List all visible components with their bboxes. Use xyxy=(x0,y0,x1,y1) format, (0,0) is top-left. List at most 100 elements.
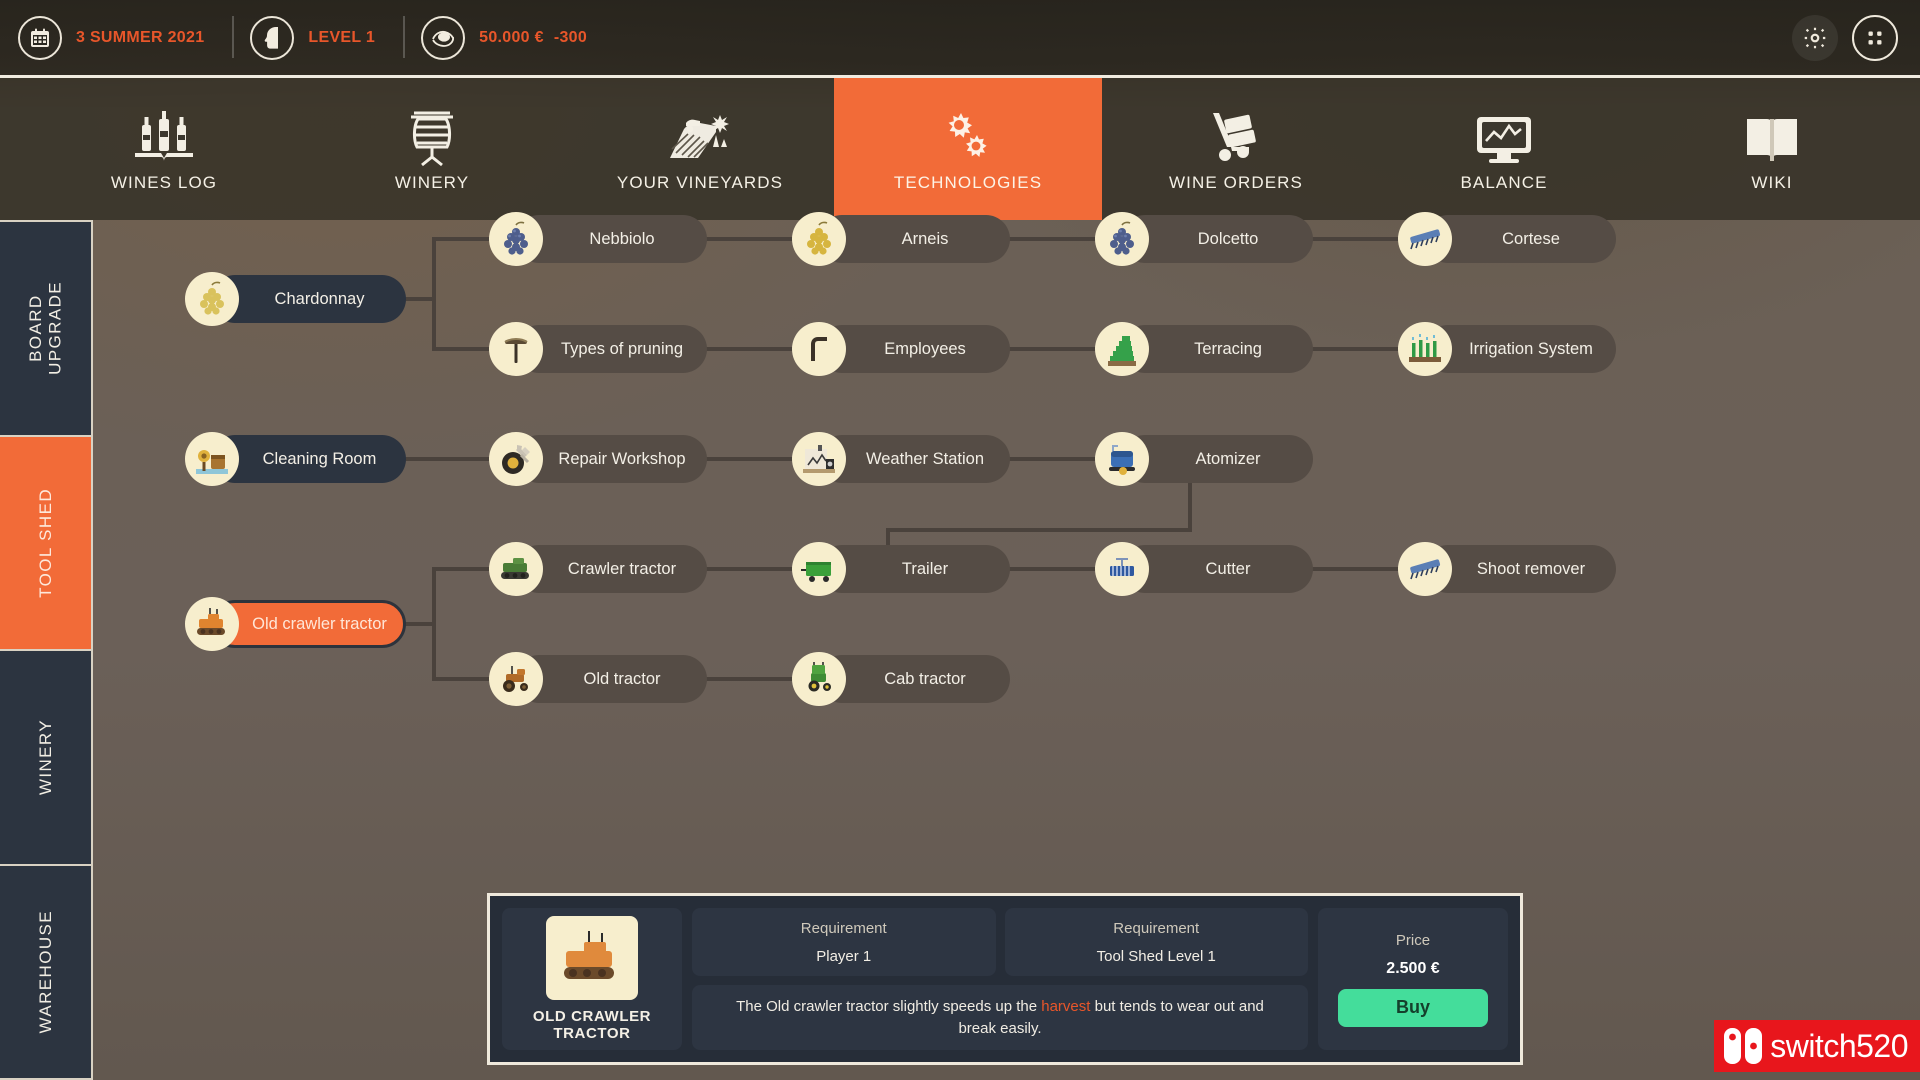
tech-node-trailer[interactable]: Trailer xyxy=(792,542,1010,596)
tech-node-cutter[interactable]: Cutter xyxy=(1095,542,1313,596)
tech-node-weather-station[interactable]: Weather Station xyxy=(792,432,1010,486)
tech-node-label: Weather Station xyxy=(865,449,984,468)
nav-item-your-vineyards[interactable]: YOUR VINEYARDS xyxy=(566,78,834,220)
tech-node-terracing[interactable]: Terracing xyxy=(1095,322,1313,376)
status-text-0: 3 SUMMER 2021 xyxy=(76,28,205,46)
repair-icon xyxy=(489,432,543,486)
tractor-orange-icon xyxy=(489,652,543,706)
tech-node-label: Atomizer xyxy=(1195,449,1261,468)
cleaning-icon xyxy=(185,432,239,486)
field-tractor-icon xyxy=(666,105,734,167)
money-icon xyxy=(421,15,466,60)
requirement-value: Player 1 xyxy=(816,947,872,965)
nav-item-winery[interactable]: WINERY xyxy=(298,78,566,220)
tech-node-repair-workshop[interactable]: Repair Workshop xyxy=(489,432,707,486)
tech-node-nebbiolo[interactable]: Nebbiolo xyxy=(489,212,707,266)
watermark-text: switch520 xyxy=(1770,1027,1908,1064)
trailer-icon xyxy=(792,542,846,596)
tech-node-pill: Cleaning Room xyxy=(211,435,406,483)
detail-item-name: OLD CRAWLER TRACTOR xyxy=(532,1008,652,1042)
tech-node-old-crawler[interactable]: Old crawler tractor xyxy=(185,597,406,651)
detail-middle: Requirement Player 1 Requirement Tool Shed … xyxy=(692,908,1308,1050)
tech-node-crawler-tractor[interactable]: Crawler tractor xyxy=(489,542,707,596)
weather-icon xyxy=(792,432,846,486)
nav-label-3: TECHNOLOGIES xyxy=(893,173,1043,192)
tech-node-label: Employees xyxy=(884,339,966,358)
shoot-tool-icon xyxy=(1398,212,1452,266)
tech-node-old-tractor[interactable]: Old tractor xyxy=(489,652,707,706)
tech-node-pill: Old crawler tractor xyxy=(211,600,406,648)
cutter-icon xyxy=(1095,542,1149,596)
tech-node-atomizer[interactable]: Atomizer xyxy=(1095,432,1313,486)
sidebar-item-winery[interactable]: WINERY xyxy=(0,651,91,866)
nav-item-wine-orders[interactable]: WINE ORDERS xyxy=(1102,78,1370,220)
tech-node-employees[interactable]: Employees xyxy=(792,322,1010,376)
tech-node-shoot-remover[interactable]: Shoot remover xyxy=(1398,542,1616,596)
tech-node-pill: Old tractor xyxy=(515,655,707,703)
game-screen: 3 SUMMER 2021 LEVEL 1 50.000 € -300 WINES L… xyxy=(0,0,1920,1080)
atomizer-icon xyxy=(1095,432,1149,486)
irrigation-icon xyxy=(1398,322,1452,376)
grape-white-icon xyxy=(185,272,239,326)
sidebar-item-warehouse[interactable]: WAREHOUSE xyxy=(0,865,91,1080)
tech-node-label: Nebbiolo xyxy=(589,229,655,248)
tech-node-cortese[interactable]: Cortese xyxy=(1398,212,1616,266)
tech-node-cab-tractor[interactable]: Cab tractor xyxy=(792,652,1010,706)
hook-icon xyxy=(792,322,846,376)
tech-node-pill: Weather Station xyxy=(818,435,1010,483)
grid-dots-icon[interactable] xyxy=(1852,14,1898,61)
top-status-bar: 3 SUMMER 2021 LEVEL 1 50.000 € -300 xyxy=(0,0,1920,75)
nav-item-balance[interactable]: BALANCE xyxy=(1370,78,1638,220)
sidebar-item-label: BOARD UPGRADE xyxy=(25,281,65,376)
nav-item-technologies[interactable]: TECHNOLOGIES xyxy=(834,78,1102,220)
tech-node-label: Crawler tractor xyxy=(567,559,677,578)
requirement-box-0: Requirement Player 1 xyxy=(692,908,996,976)
nav-item-wines-log[interactable]: WINES LOG xyxy=(30,78,298,220)
tech-node-pill: Repair Workshop xyxy=(515,435,707,483)
tech-node-arneis[interactable]: Arneis xyxy=(792,212,1010,266)
buy-button[interactable]: Buy xyxy=(1338,988,1488,1027)
crawler-orange-icon xyxy=(546,916,638,1000)
tech-node-pill: Nebbiolo xyxy=(515,215,707,263)
status-item-2: 50.000 € -300 xyxy=(403,0,615,75)
tech-node-cleaning-room[interactable]: Cleaning Room xyxy=(185,432,406,486)
tech-node-label: Dolcetto xyxy=(1197,229,1259,248)
nav-label-4: WINE ORDERS xyxy=(1169,173,1303,192)
tech-node-pill: Chardonnay xyxy=(211,275,406,323)
switch-logo-icon xyxy=(1724,1028,1763,1064)
tech-node-label: Shoot remover xyxy=(1476,559,1586,578)
tech-node-irrigation[interactable]: Irrigation System xyxy=(1398,322,1616,376)
tech-node-label: Cutter xyxy=(1205,559,1251,578)
description-box: The Old crawler tractor slightly speeds … xyxy=(692,985,1308,1050)
barrel-icon xyxy=(403,105,461,167)
calendar-icon xyxy=(18,15,62,60)
open-book-icon xyxy=(1741,105,1803,167)
tech-node-label: Cab tractor xyxy=(884,669,966,688)
crawler-green-icon xyxy=(489,542,543,596)
tech-node-label: Cortese xyxy=(1502,229,1560,248)
description-before: The Old crawler tractor slightly speeds … xyxy=(736,997,1042,1015)
nav-label-5: BALANCE xyxy=(1460,173,1548,192)
requirement-value: Tool Shed Level 1 xyxy=(1096,947,1216,965)
gears-icon xyxy=(937,105,999,167)
tech-node-label: Arneis xyxy=(901,229,949,248)
tech-node-label: Irrigation System xyxy=(1469,339,1593,358)
status-text-2: 50.000 € -300 xyxy=(479,28,588,46)
tech-node-pill: Arneis xyxy=(818,215,1010,263)
detail-item-card: OLD CRAWLER TRACTOR xyxy=(502,908,682,1050)
hand-truck-icon xyxy=(1205,105,1267,167)
nav-label-2: YOUR VINEYARDS xyxy=(616,173,784,192)
tech-node-label: Old crawler tractor xyxy=(252,614,387,633)
main-navigation: WINES LOG WINERY YOUR VINEYARDS TECHNOLOGIE… xyxy=(0,75,1920,220)
sidebar-item-board-upgrade[interactable]: BOARD UPGRADE xyxy=(0,220,91,437)
tech-node-label: Cleaning Room xyxy=(262,449,377,468)
tech-node-types-of-pruning[interactable]: Types of pruning xyxy=(489,322,707,376)
sidebar-item-tool-shed[interactable]: TOOL SHED xyxy=(0,436,91,651)
tech-node-chardonnay[interactable]: Chardonnay xyxy=(185,272,406,326)
tech-node-dolcetto[interactable]: Dolcetto xyxy=(1095,212,1313,266)
requirements-row: Requirement Player 1 Requirement Tool Shed … xyxy=(692,908,1308,976)
gear-icon[interactable] xyxy=(1792,14,1838,61)
tech-node-pill: Types of pruning xyxy=(515,325,707,373)
tech-node-pill: Crawler tractor xyxy=(515,545,707,593)
nav-item-wiki[interactable]: WIKI xyxy=(1638,78,1906,220)
